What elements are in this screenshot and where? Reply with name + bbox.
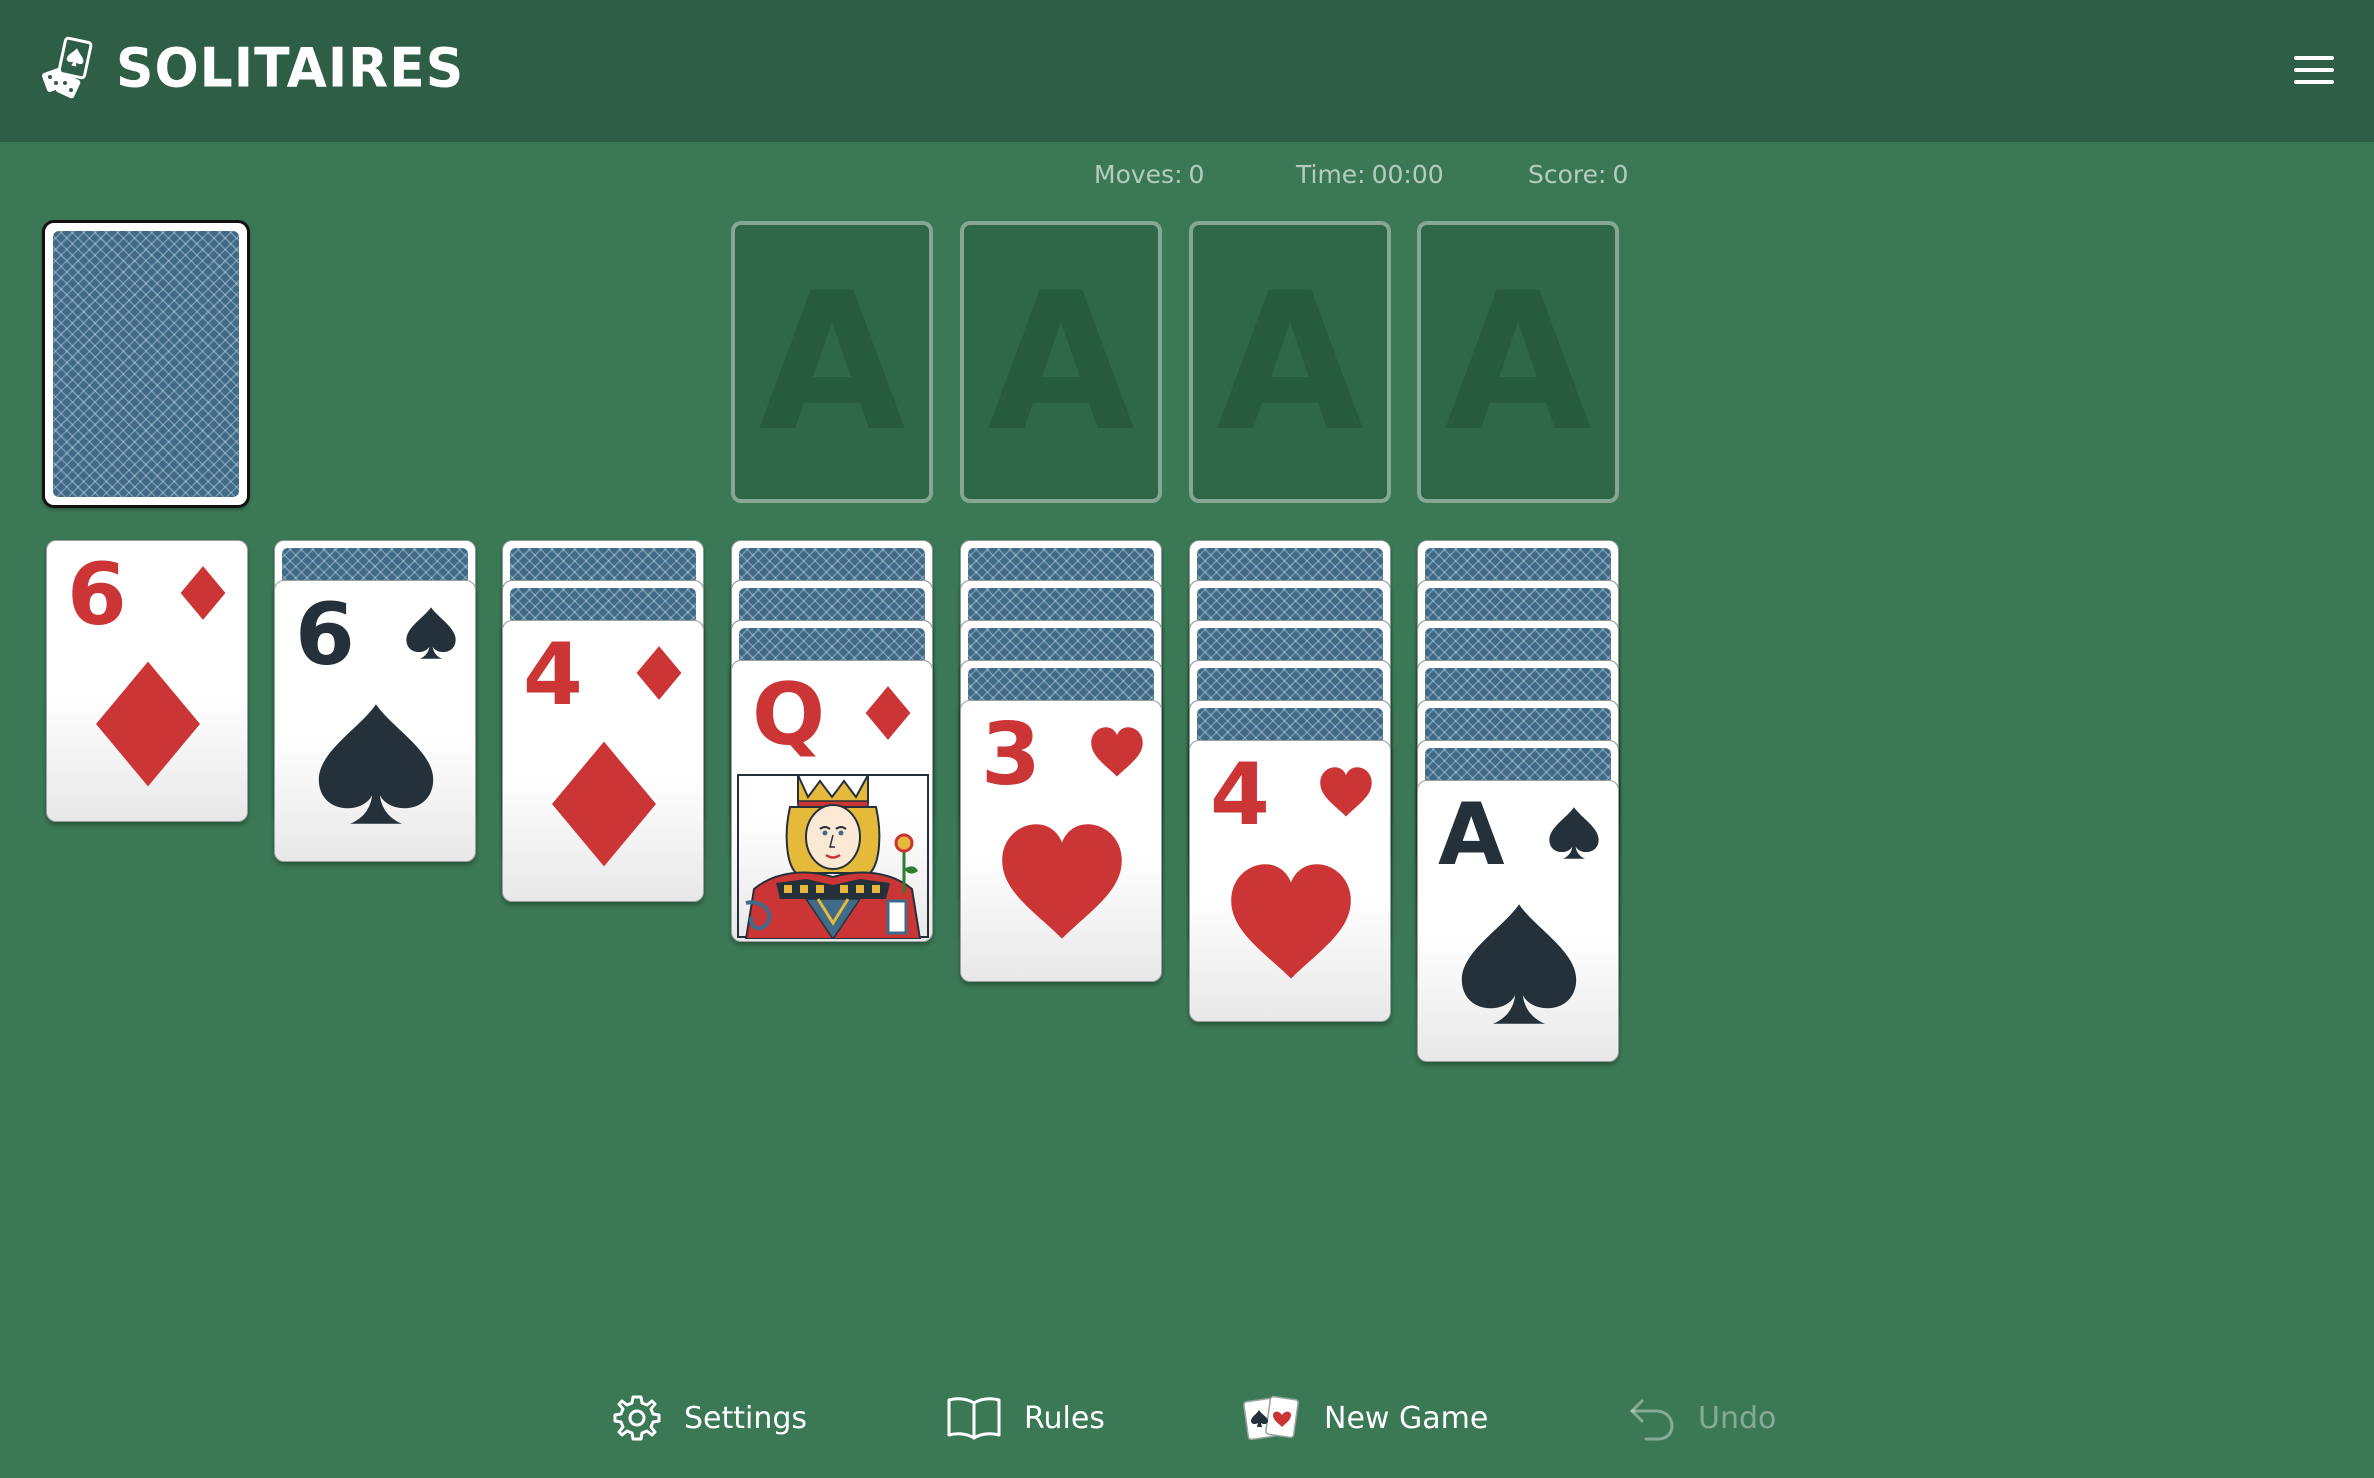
spade-suit-icon: [1546, 805, 1602, 861]
diamond-suit-icon: [860, 685, 916, 741]
foundation-1[interactable]: A: [731, 221, 933, 503]
face-up-card[interactable]: 3: [960, 700, 1162, 982]
cards-and-dice-icon: [42, 36, 93, 99]
foundation-placeholder: A: [758, 252, 906, 473]
foundation-4[interactable]: A: [1417, 221, 1619, 503]
card-rank: 4: [1210, 745, 1270, 845]
playing-cards-icon: [1243, 1395, 1299, 1441]
diamond-suit-icon: [175, 565, 231, 621]
hamburger-menu-icon[interactable]: [2290, 50, 2338, 90]
settings-button[interactable]: Settings: [612, 1388, 807, 1448]
face-up-card[interactable]: 6: [274, 580, 476, 862]
new-game-button[interactable]: New Game: [1242, 1388, 1488, 1448]
heart-pip-icon: [1226, 859, 1356, 989]
card-rank: Q: [752, 665, 826, 765]
face-up-card[interactable]: 6: [46, 540, 248, 822]
time-label: Time:: [1296, 160, 1366, 189]
time-value: 00:00: [1371, 160, 1444, 189]
undo-button[interactable]: Undo: [1626, 1388, 1776, 1448]
foundation-3[interactable]: A: [1189, 221, 1391, 503]
top-bar: SOLITAIRES: [0, 0, 2374, 142]
moves-value: 0: [1188, 160, 1205, 189]
diamond-pip-icon: [83, 659, 213, 789]
card-rank: 3: [981, 705, 1041, 805]
new-game-label: New Game: [1324, 1400, 1489, 1436]
card-back-pattern: [53, 231, 239, 497]
face-up-card[interactable]: 4: [1189, 740, 1391, 1022]
face-up-card[interactable]: Q: [731, 660, 933, 942]
foundation-placeholder: A: [1216, 252, 1364, 473]
diamond-suit-icon: [631, 645, 687, 701]
card-rank: 4: [523, 625, 583, 725]
moves-label: Moves:: [1094, 160, 1183, 189]
spade-pip-icon: [1454, 899, 1584, 1029]
gear-icon: [613, 1395, 661, 1441]
rules-button[interactable]: Rules: [946, 1388, 1105, 1448]
heart-suit-icon: [1318, 765, 1374, 821]
heart-suit-icon: [1089, 725, 1145, 781]
rules-label: Rules: [1024, 1400, 1105, 1436]
score-value: 0: [1612, 160, 1629, 189]
spade-pip-icon: [311, 699, 441, 829]
settings-label: Settings: [684, 1400, 808, 1436]
time-counter: Time: 00:00: [1296, 158, 1444, 192]
score-counter: Score: 0: [1528, 158, 1628, 192]
face-up-card[interactable]: A: [1417, 780, 1619, 1062]
logo-text[interactable]: SOLITAIRES: [116, 35, 464, 104]
foundation-placeholder: A: [1444, 252, 1592, 473]
foundation-2[interactable]: A: [960, 221, 1162, 503]
diamond-pip-icon: [539, 739, 669, 869]
foundation-placeholder: A: [987, 252, 1135, 473]
card-rank: 6: [67, 545, 127, 645]
stock-pile[interactable]: [42, 220, 250, 508]
card-rank: 6: [295, 585, 355, 685]
face-up-card[interactable]: 4: [502, 620, 704, 902]
undo-arrow-icon: [1630, 1399, 1674, 1441]
score-label: Score:: [1528, 160, 1607, 189]
spade-suit-icon: [403, 605, 459, 661]
book-icon: [947, 1397, 1001, 1440]
heart-pip-icon: [997, 819, 1127, 949]
moves-counter: Moves: 0: [1094, 158, 1204, 192]
undo-label: Undo: [1698, 1400, 1777, 1436]
card-rank: A: [1438, 785, 1505, 885]
queen-portrait-image: [737, 774, 929, 939]
